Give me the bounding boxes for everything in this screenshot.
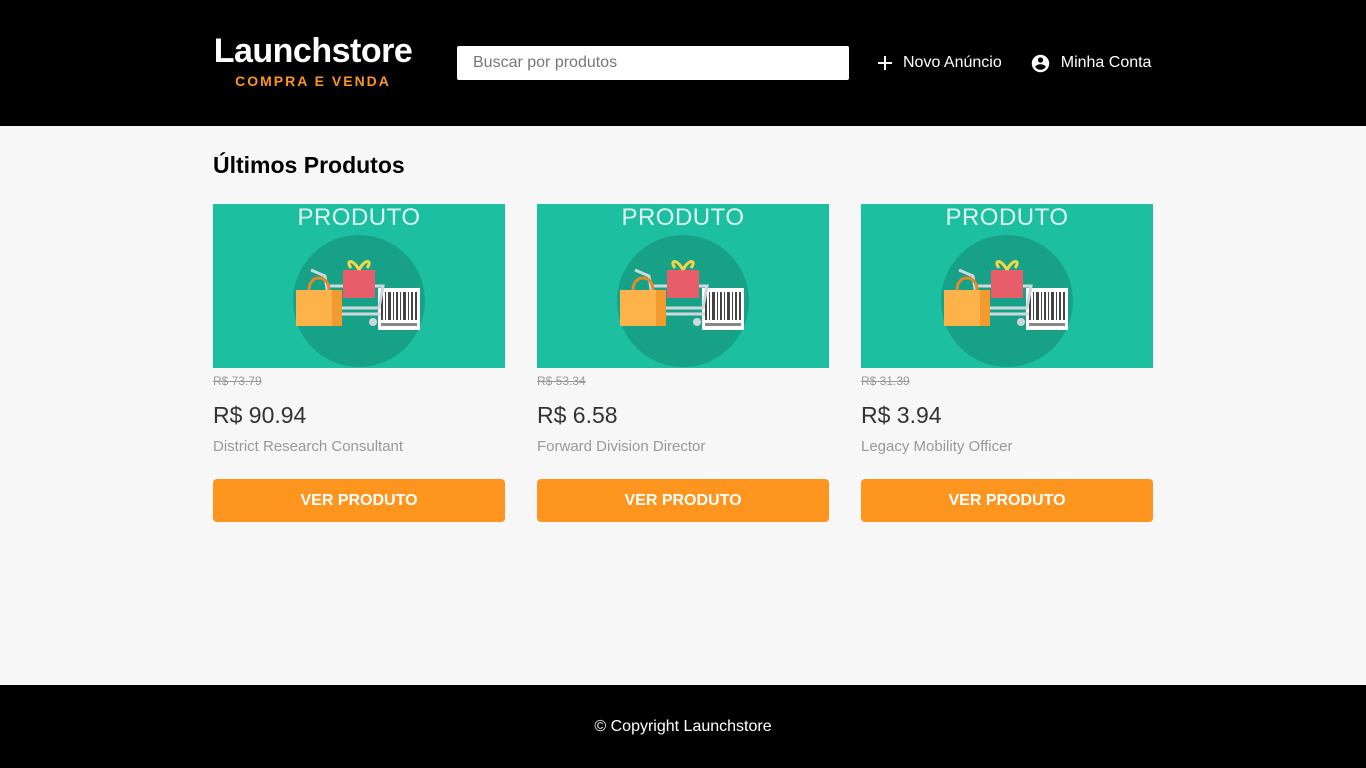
image-text: PRODUTO bbox=[621, 204, 744, 231]
price: R$ 3.94 bbox=[861, 402, 942, 428]
product-name[interactable]: District Research Consultant bbox=[213, 438, 505, 455]
view-product-button[interactable]: VER PRODUTO bbox=[537, 479, 829, 522]
product-name[interactable]: Forward Division Director bbox=[537, 438, 829, 455]
product-grid: PRODUTO R$ 73.79 R$ 90.94 District Resea… bbox=[213, 204, 1153, 522]
product-image[interactable]: PRODUTO bbox=[537, 204, 829, 368]
copyright-text: © Copyright Launchstore bbox=[594, 717, 772, 735]
account-link[interactable]: Minha Conta bbox=[1030, 53, 1152, 74]
logo-title: Launchstore bbox=[213, 32, 413, 70]
image-text: PRODUTO bbox=[297, 204, 420, 231]
price: R$ 6.58 bbox=[537, 402, 618, 428]
product-card-1: PRODUTO R$ 73.79 R$ 90.94 District Resea… bbox=[213, 204, 505, 522]
logo[interactable]: Launchstore COMPRA E VENDA bbox=[213, 33, 413, 89]
old-price: R$ 53.34 bbox=[537, 374, 586, 388]
new-ad-label: Novo Anúncio bbox=[903, 54, 1002, 71]
view-product-button[interactable]: VER PRODUTO bbox=[213, 479, 505, 522]
site-footer: © Copyright Launchstore bbox=[0, 685, 1366, 768]
product-image[interactable]: PRODUTO bbox=[861, 204, 1153, 368]
main-content: Últimos Produtos PRODUTO R$ 73.79 R$ 90.… bbox=[213, 126, 1153, 685]
account-label: Minha Conta bbox=[1060, 54, 1152, 71]
image-text: PRODUTO bbox=[945, 204, 1068, 231]
product-card-2: PRODUTO R$ 53.34 R$ 6.58 Forward Divisio… bbox=[537, 204, 829, 522]
site-header: Launchstore COMPRA E VENDA Novo Anúncio … bbox=[0, 0, 1366, 126]
new-ad-link[interactable]: Novo Anúncio bbox=[877, 54, 1002, 72]
section-title: Últimos Produtos bbox=[213, 152, 405, 178]
logo-subtitle: COMPRA E VENDA bbox=[235, 73, 391, 89]
product-image[interactable]: PRODUTO bbox=[213, 204, 505, 368]
view-product-button[interactable]: VER PRODUTO bbox=[861, 479, 1153, 522]
header-container: Launchstore COMPRA E VENDA Novo Anúncio … bbox=[213, 0, 1153, 126]
price: R$ 90.94 bbox=[213, 402, 307, 428]
account-circle-icon bbox=[1031, 54, 1049, 72]
product-card-3: PRODUTO R$ 31.39 R$ 3.94 Legacy Mobility… bbox=[861, 204, 1153, 522]
plus-icon bbox=[878, 56, 892, 70]
old-price: R$ 31.39 bbox=[861, 374, 910, 388]
product-name[interactable]: Legacy Mobility Officer bbox=[861, 438, 1153, 455]
search-input[interactable] bbox=[457, 46, 849, 80]
old-price: R$ 73.79 bbox=[213, 374, 262, 388]
